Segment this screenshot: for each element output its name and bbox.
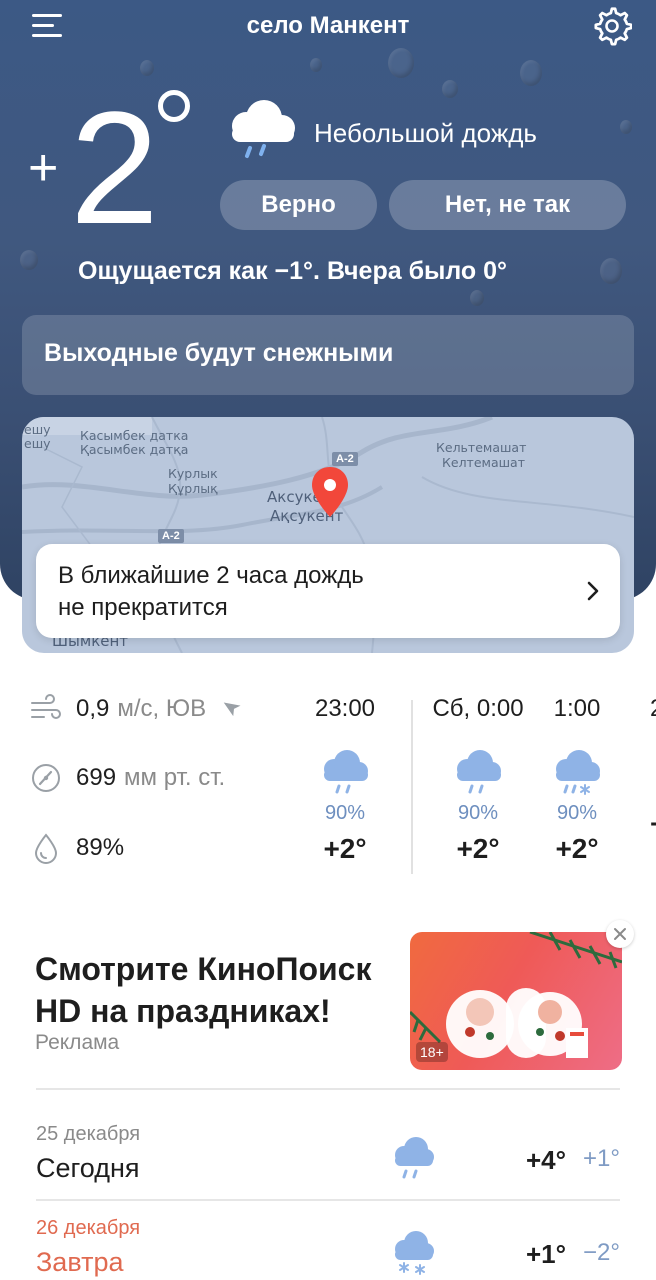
pressure-row: 699 мм рт. ст. (30, 762, 225, 794)
map-label: Құрлық (168, 481, 218, 496)
ad-title[interactable]: Смотрите КиноПоиск HD на праздниках! (35, 948, 371, 1032)
cloud-rain-icon (324, 750, 368, 794)
temperature-sign: + (28, 139, 59, 197)
hourly-item[interactable]: Сб, 0:00 90% +2° (428, 695, 528, 865)
feels-like-text: Ощущается как −1°. Вчера было 0° (78, 257, 508, 285)
divider (36, 1088, 620, 1090)
map-label: Қасымбек датқа (80, 442, 189, 457)
forecast-date: 26 декабря (36, 1217, 141, 1239)
map-label: ешу (24, 436, 51, 451)
ad-label: Реклама (35, 1031, 120, 1054)
feedback-correct-button[interactable]: Верно (220, 180, 377, 230)
wind-direction-icon (223, 702, 241, 717)
cloud-snow-icon (395, 1231, 434, 1275)
forecast-low: −2° (583, 1239, 620, 1266)
rain-drop-decor (20, 250, 38, 270)
humidity-row: 89% (30, 832, 124, 864)
pressure-gauge-icon (32, 764, 60, 792)
gear-icon[interactable] (592, 6, 632, 46)
forecast-day-name: Завтра (36, 1247, 124, 1277)
weekend-forecast-banner[interactable]: Выходные будут снежными (22, 315, 634, 395)
cloud-sleet-icon (556, 750, 600, 795)
nowcast-line-1: В ближайшие 2 часа дождь (58, 562, 364, 589)
chevron-right-icon (587, 581, 599, 601)
forecast-low: +1° (583, 1145, 620, 1172)
road-badge: А-2 (158, 529, 184, 543)
map-label: Келтемашат (442, 455, 525, 470)
feedback-wrong-button[interactable]: Нет, не так (389, 180, 626, 230)
forecast-high: +4° (525, 1145, 566, 1175)
cloud-rain-icon (232, 100, 295, 158)
wind-icon (31, 694, 61, 719)
rain-drop-decor (140, 60, 154, 76)
forecast-date: 25 декабря (36, 1123, 141, 1145)
ad-title-line-2: HD на праздниках! (35, 993, 331, 1029)
rain-drop-decor (310, 58, 322, 72)
cloud-rain-icon (395, 1137, 434, 1179)
hour-time: 2 (650, 695, 656, 725)
location-pin-icon (312, 467, 348, 517)
day-divider (411, 700, 413, 874)
precip-probability: 90% (457, 802, 499, 824)
current-temperature: 2 (70, 78, 159, 257)
pressure-unit: мм рт. ст. (124, 764, 226, 791)
rain-drop-decor (520, 60, 542, 86)
pressure-value: 699 (76, 764, 117, 791)
road-badge: А-2 (332, 452, 358, 466)
city-title[interactable]: село Манкент (0, 12, 656, 40)
wind-unit: м/с, ЮВ (117, 695, 207, 722)
hour-time: 23:00 (314, 695, 376, 722)
cloud-rain-icon (457, 750, 501, 794)
top-bar: село Манкент (0, 0, 656, 54)
nowcast-card[interactable]: В ближайшие 2 часа дождь не прекратится (36, 544, 620, 638)
hour-temperature: + (650, 808, 656, 840)
rain-drop-decor (442, 80, 458, 98)
hour-temperature: +2° (456, 833, 500, 864)
wind-value: 0,9 (76, 695, 110, 722)
condition-text: Небольшой дождь (314, 118, 537, 148)
humidity-value: 89% (76, 834, 125, 861)
forecast-day-name: Сегодня (36, 1153, 140, 1183)
map-label: Курлык (168, 466, 218, 481)
rain-drop-decor (600, 258, 622, 284)
ad-title-line-1: Смотрите КиноПоиск (35, 951, 372, 987)
hour-time: Сб, 0:00 (432, 695, 524, 722)
close-icon[interactable] (606, 920, 634, 948)
forecast-day-today[interactable]: 25 декабря Сегодня +4° +1° (36, 1103, 620, 1199)
forecast-high: +1° (525, 1239, 566, 1269)
wind-row: 0,9 м/с, ЮВ (30, 694, 244, 724)
degree-symbol (158, 90, 190, 122)
precip-probability: 90% (324, 802, 366, 824)
hour-temperature: +2° (323, 833, 367, 864)
age-rating-badge: 18+ (416, 1042, 448, 1062)
rain-drop-decor (620, 120, 632, 134)
ad-image[interactable]: 18+ (410, 932, 622, 1070)
cloud-rain-icon (650, 749, 656, 795)
hourly-item[interactable]: 23:00 90% +2° (295, 695, 395, 865)
forecast-day-tomorrow[interactable]: 26 декабря Завтра +1° −2° (36, 1197, 620, 1280)
nowcast-line-2: не прекратится (58, 594, 228, 621)
hourly-item-partial[interactable]: 2 + (600, 695, 656, 840)
rain-drop-decor (470, 290, 484, 306)
map-label: Кельтемашат (436, 440, 527, 455)
water-drop-icon (34, 833, 58, 864)
